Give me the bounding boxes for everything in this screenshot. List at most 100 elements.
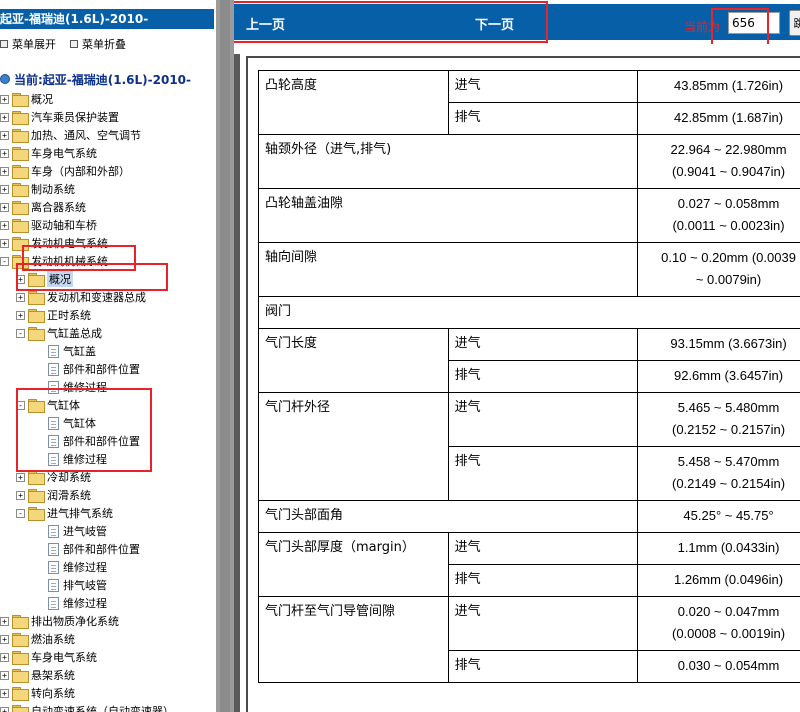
folder-icon	[12, 129, 29, 143]
tree-node-label: 加热、通风、空气调节	[31, 129, 141, 142]
expand-toggle-icon[interactable]: +	[0, 616, 9, 626]
tree-node[interactable]: - 气缸体	[16, 396, 80, 414]
expand-toggle-icon[interactable]: +	[0, 706, 9, 712]
table-row: 气门杆至气门导管间隙 进气 0.020 ~ 0.047mm (0.0008 ~ 0.0…	[258, 596, 800, 683]
expand-toggle-icon[interactable]: +	[0, 670, 9, 680]
spec-name-cell: 气门头部厚度（margin）	[258, 532, 449, 597]
collapse-toggle-icon[interactable]: -	[0, 256, 9, 266]
collapse-toggle-icon[interactable]: -	[16, 508, 25, 518]
tree-node[interactable]: + 汽车乘员保护装置	[0, 108, 119, 126]
tree-node[interactable]: + 概况	[16, 270, 73, 288]
expand-toggle-icon[interactable]: +	[0, 202, 9, 212]
collapse-menu-button[interactable]: 菜单折叠	[70, 36, 126, 52]
expand-toggle-icon[interactable]: +	[16, 490, 25, 500]
tree-node[interactable]: - 气缸盖总成	[16, 324, 102, 342]
tree-node[interactable]: + 润滑系统	[16, 486, 91, 504]
tree-leaf[interactable]: 进气岐管	[34, 522, 107, 540]
tree-node-label: 转向系统	[31, 687, 75, 700]
tree-node[interactable]: + 发动机电气系统	[0, 234, 108, 252]
expand-toggle-icon[interactable]: +	[16, 310, 25, 320]
spec-value-line: 0.030 ~ 0.054mm	[677, 658, 780, 673]
expand-toggle-icon[interactable]: +	[16, 274, 25, 284]
tree-node-label: 离合器系统	[31, 201, 86, 214]
splitter-grip[interactable]	[220, 0, 230, 712]
spec-sub-cell: 排气	[447, 446, 639, 501]
spec-value-cell: 22.964 ~ 22.980mm (0.9041 ~ 0.9047in)	[637, 134, 800, 189]
tree-leaf[interactable]: 部件和部件位置	[34, 360, 140, 378]
expand-toggle-icon[interactable]: +	[0, 184, 9, 194]
tree-node[interactable]: + 车身（内部和外部）	[0, 162, 130, 180]
globe-icon	[0, 74, 10, 84]
expand-toggle-icon[interactable]: +	[0, 130, 9, 140]
next-page-link[interactable]: 下一页	[475, 14, 514, 33]
tree-node[interactable]: + 概况	[0, 90, 53, 108]
tree-node[interactable]: + 离合器系统	[0, 198, 86, 216]
tree-leaf[interactable]: 气缸盖	[34, 342, 96, 360]
tree-node[interactable]: + 燃油系统	[0, 630, 75, 648]
content-panel: 上一页 下一页 当前为 跳 凸轮高度进气 43.85mm (1.726in) 排气 4…	[234, 0, 800, 712]
expand-toggle-icon[interactable]: +	[16, 472, 25, 482]
tree-node[interactable]: + 悬架系统	[0, 666, 75, 684]
tree-node[interactable]: + 制动系统	[0, 180, 75, 198]
tree-node-label: 进气岐管	[63, 525, 107, 538]
expand-toggle-icon[interactable]: +	[16, 292, 25, 302]
expand-toggle-icon[interactable]: +	[0, 688, 9, 698]
collapse-toggle-icon[interactable]: -	[16, 400, 25, 410]
expand-toggle-icon[interactable]: +	[0, 94, 9, 104]
folder-icon	[12, 165, 29, 179]
tree-root-current[interactable]: 当前:起亚-福瑞迪(1.6L)-2010-	[0, 70, 191, 88]
expand-toggle-icon[interactable]: +	[0, 220, 9, 230]
tree-node[interactable]: + 转向系统	[0, 684, 75, 702]
tree-node[interactable]: - 发动机机械系统	[0, 252, 108, 270]
tree-node-label: 维修过程	[63, 597, 107, 610]
folder-icon	[12, 615, 29, 629]
collapse-toggle-icon[interactable]: -	[16, 328, 25, 338]
spec-value-cell: 1.1mm (0.0433in)	[637, 532, 800, 565]
tree-node[interactable]: + 冷却系统	[16, 468, 91, 486]
panel-splitter[interactable]	[216, 0, 234, 712]
folder-icon	[12, 237, 29, 251]
expand-toggle-icon[interactable]: +	[0, 166, 9, 176]
go-page-button[interactable]: 跳	[789, 10, 800, 36]
tree-node-label: 维修过程	[63, 453, 107, 466]
page-number-input[interactable]	[728, 12, 780, 34]
tree-leaf[interactable]: 维修过程	[34, 450, 107, 468]
tree-node[interactable]: + 车身电气系统	[0, 144, 97, 162]
folder-icon	[12, 669, 29, 683]
expand-toggle-icon[interactable]: +	[0, 148, 9, 158]
expand-toggle-icon[interactable]: +	[0, 112, 9, 122]
spec-value-line: ~ 0.0079in)	[695, 272, 762, 287]
folder-icon	[28, 399, 45, 413]
spec-name-cell: 气门长度	[258, 328, 449, 393]
tree-node[interactable]: + 正时系统	[16, 306, 91, 324]
document-icon	[48, 362, 59, 376]
tree-node-label: 概况	[47, 271, 73, 287]
tree-leaf[interactable]: 维修过程	[34, 594, 107, 612]
tree-node[interactable]: + 加热、通风、空气调节	[0, 126, 141, 144]
spec-value-line: 43.85mm (1.726in)	[673, 78, 784, 93]
prev-page-link[interactable]: 上一页	[246, 14, 285, 33]
tree-leaf[interactable]: 气缸体	[34, 414, 96, 432]
tree-node[interactable]: + 车身电气系统	[0, 648, 97, 666]
tree-node[interactable]: + 自动变速系统（自动变速器）	[0, 702, 174, 712]
document-icon	[48, 596, 59, 610]
tree-leaf[interactable]: 维修过程	[34, 558, 107, 576]
tree-leaf[interactable]: 部件和部件位置	[34, 540, 140, 558]
tree-node[interactable]: + 排出物质净化系统	[0, 612, 119, 630]
spec-value-line: 42.85mm (1.687in)	[673, 110, 784, 125]
folder-icon	[12, 687, 29, 701]
tree-node[interactable]: + 发动机和变速器总成	[16, 288, 146, 306]
spec-value-cell: 0.10 ~ 0.20mm (0.0039 ~ 0.0079in)	[637, 242, 800, 297]
tree-leaf[interactable]: 排气岐管	[34, 576, 107, 594]
tree-leaf[interactable]: 维修过程	[34, 378, 107, 396]
tree-node[interactable]: - 进气排气系统	[16, 504, 113, 522]
expand-toggle-icon[interactable]: +	[0, 238, 9, 248]
expand-menu-button[interactable]: 菜单展开	[0, 36, 56, 52]
expand-toggle-icon[interactable]: +	[0, 634, 9, 644]
tree-node[interactable]: + 驱动轴和车桥	[0, 216, 97, 234]
tree-node-label: 排气岐管	[63, 579, 107, 592]
tree-leaf[interactable]: 部件和部件位置	[34, 432, 140, 450]
document-icon	[48, 524, 59, 538]
document-icon	[48, 560, 59, 574]
expand-toggle-icon[interactable]: +	[0, 652, 9, 662]
